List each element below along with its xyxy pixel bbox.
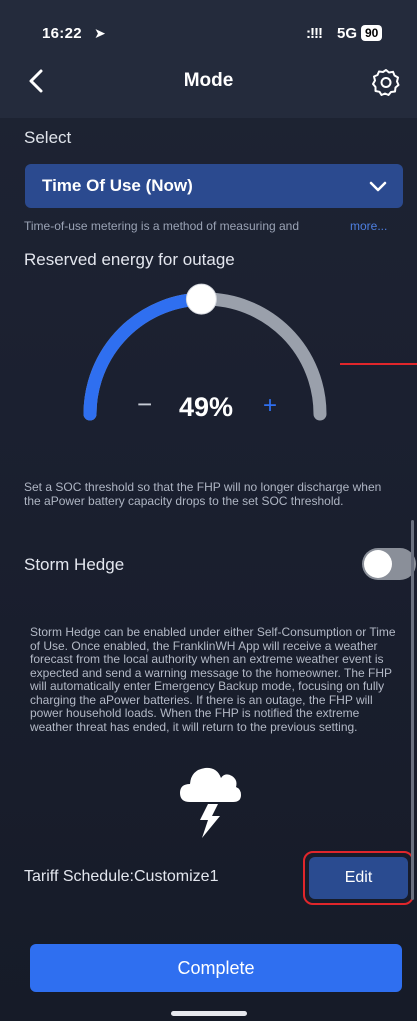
tou-description: Time-of-use metering is a method of meas… <box>24 219 300 233</box>
network-type: 5G <box>337 25 358 42</box>
gauge-handle <box>185 283 217 315</box>
scrollbar[interactable] <box>411 520 414 900</box>
battery-level: 90 <box>361 25 383 41</box>
status-bar: 16:22 ➤ :!!! 5G 90 <box>0 22 417 46</box>
nav-bar: Mode <box>0 62 417 102</box>
annotation-line <box>340 363 417 365</box>
location-arrow-icon: ➤ <box>94 25 106 41</box>
status-time: 16:22 <box>42 25 82 42</box>
toggle-knob <box>364 550 392 578</box>
tariff-schedule-label: Tariff Schedule:Customize1 <box>24 868 219 885</box>
app-screen: 16:22 ➤ :!!! 5G 90 Mode Select Time Of U… <box>0 0 417 1021</box>
reserve-label: Reserved energy for outage <box>24 250 235 269</box>
storm-cloud-icon <box>180 767 241 838</box>
reserve-value: 49% <box>179 392 234 422</box>
complete-button[interactable]: Complete <box>30 944 402 992</box>
select-label: Select <box>24 128 72 147</box>
increase-button[interactable]: + <box>263 392 277 420</box>
mode-select[interactable]: Time Of Use (Now) <box>25 164 403 208</box>
more-link[interactable]: more... <box>350 219 387 233</box>
gear-icon[interactable] <box>372 68 400 96</box>
edit-button[interactable]: Edit <box>309 857 408 899</box>
storm-hedge-description: Storm Hedge can be enabled under either … <box>30 625 396 734</box>
chevron-down-icon <box>369 181 387 192</box>
soc-note: Set a SOC threshold so that the FHP will… <box>24 480 382 508</box>
home-indicator <box>171 1011 247 1016</box>
storm-hedge-toggle[interactable] <box>362 548 416 580</box>
page-title: Mode <box>183 70 234 91</box>
decrease-button[interactable]: − <box>137 389 152 420</box>
signal-icon: :!!! <box>306 25 323 42</box>
mode-select-value: Time Of Use (Now) <box>42 176 193 195</box>
storm-hedge-label: Storm Hedge <box>24 555 125 574</box>
